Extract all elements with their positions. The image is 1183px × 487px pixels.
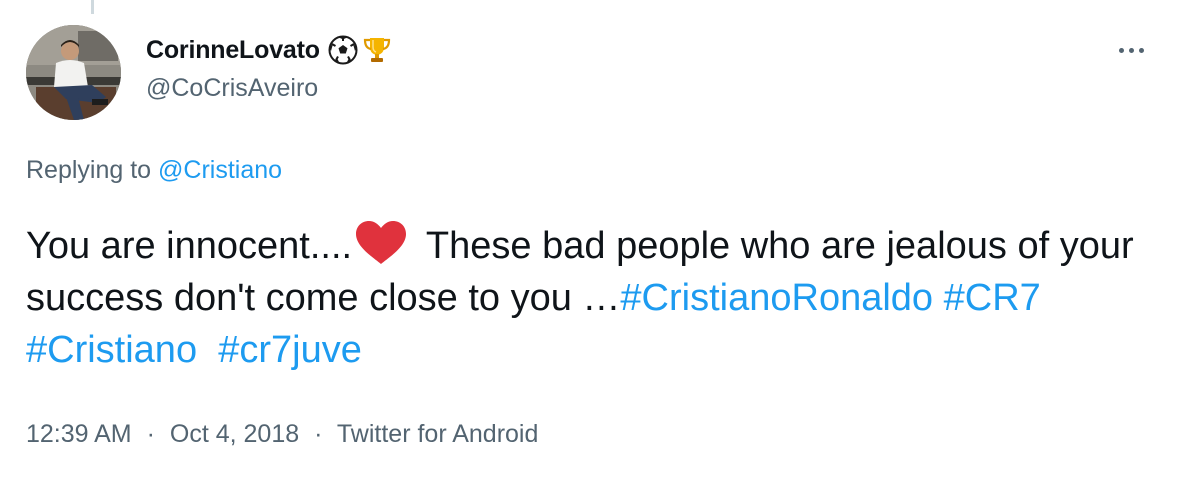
avatar-photo [26, 25, 121, 120]
more-icon-dot [1129, 47, 1134, 53]
more-icon-dot [1119, 47, 1124, 53]
tweet-date[interactable]: Oct 4, 2018 [170, 420, 299, 448]
tweet-source[interactable]: Twitter for Android [337, 420, 538, 448]
display-name-row: CorinneLovato [146, 34, 392, 66]
hashtag-link[interactable]: #cr7juve [218, 329, 362, 371]
red-heart-icon [352, 220, 410, 266]
tweet-text-part1: You are innocent.... [26, 225, 353, 267]
reply-mention-link[interactable]: @Cristiano [158, 156, 282, 184]
trophy-icon [362, 35, 392, 65]
display-name[interactable]: CorinneLovato [146, 36, 320, 65]
more-icon-dot [1139, 47, 1144, 53]
tweet-time[interactable]: 12:39 AM [26, 420, 132, 448]
handle[interactable]: @CoCrisAveiro [146, 74, 392, 103]
tweet-metadata: 12:39 AM · Oct 4, 2018 · Twitter for And… [26, 420, 538, 449]
avatar[interactable] [26, 25, 121, 120]
hashtag-link[interactable]: #Cristiano [26, 329, 197, 371]
hashtag-link[interactable]: #CristianoRonaldo [620, 277, 933, 319]
replying-to-label: Replying to [26, 156, 152, 184]
hashtag-link[interactable]: #CR7 [944, 277, 1041, 319]
tweet-text: You are innocent.... These bad people wh… [26, 220, 1146, 376]
replying-to: Replying to @Cristiano [26, 156, 282, 185]
thread-connector-line [91, 0, 94, 14]
more-options-button[interactable] [1119, 40, 1155, 60]
meta-separator: · [146, 420, 155, 448]
meta-separator: · [314, 420, 323, 448]
author-info: CorinneLovato @CoCrisAveiro [146, 34, 392, 103]
soccer-ball-icon [328, 35, 358, 65]
more-icon [1119, 47, 1144, 53]
